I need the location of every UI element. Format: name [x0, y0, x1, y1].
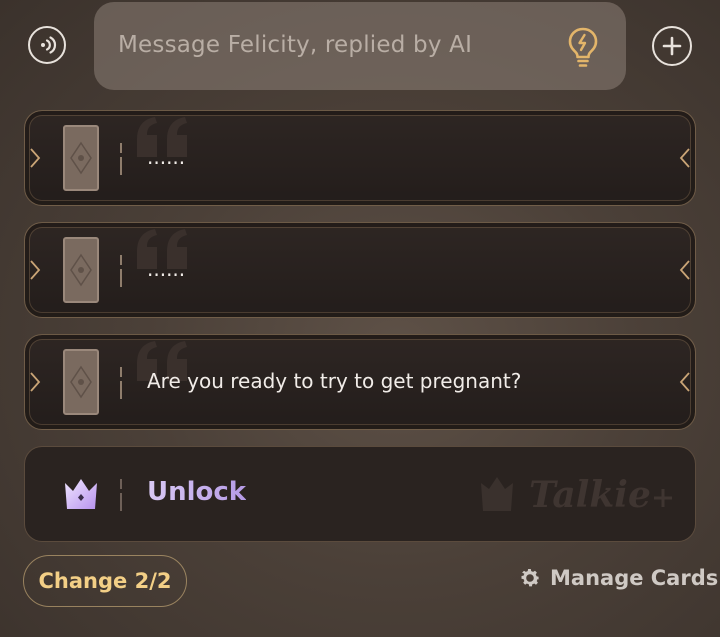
right-chevron-icon: [679, 260, 690, 280]
reply-card[interactable]: Are you ready to try to get pregnant?: [24, 334, 696, 430]
divider: [120, 367, 122, 399]
manage-cards-label: Manage Cards: [550, 566, 719, 590]
unlock-button[interactable]: Unlock Talkie: [24, 446, 696, 542]
unlock-label: Unlock: [147, 477, 247, 507]
reply-text: ......: [147, 257, 186, 281]
change-label: Change 2/2: [38, 569, 172, 593]
voice-button[interactable]: [28, 26, 66, 64]
lightbulb-icon[interactable]: [566, 26, 600, 72]
left-chevron-icon: [30, 260, 41, 280]
divider: [120, 143, 122, 175]
reply-text: Are you ready to try to get pregnant?: [147, 369, 522, 393]
manage-cards-button[interactable]: Manage Cards: [518, 566, 718, 590]
tarot-card-icon: [63, 125, 99, 191]
divider: [120, 255, 122, 287]
reply-card[interactable]: ......: [24, 110, 696, 206]
gear-icon: [521, 569, 540, 587]
change-button[interactable]: Change 2/2: [23, 555, 187, 607]
message-placeholder: Message Felicity, replied by AI: [118, 32, 473, 58]
message-input[interactable]: Message Felicity, replied by AI: [94, 2, 626, 90]
reply-text: ......: [147, 145, 186, 169]
plus-icon: [662, 36, 682, 56]
talkie-plus-logo: Talkie: [481, 474, 672, 516]
left-chevron-icon: [30, 372, 41, 392]
left-chevron-icon: [30, 148, 41, 168]
reply-card[interactable]: ......: [24, 222, 696, 318]
divider: [120, 479, 122, 511]
right-chevron-icon: [679, 372, 690, 392]
voice-wave-icon: [41, 36, 57, 54]
add-button[interactable]: [652, 26, 692, 66]
tarot-card-icon: [63, 237, 99, 303]
right-chevron-icon: [679, 148, 690, 168]
crown-icon: [65, 479, 97, 509]
tarot-card-icon: [63, 349, 99, 415]
svg-text:Talkie: Talkie: [529, 474, 651, 516]
